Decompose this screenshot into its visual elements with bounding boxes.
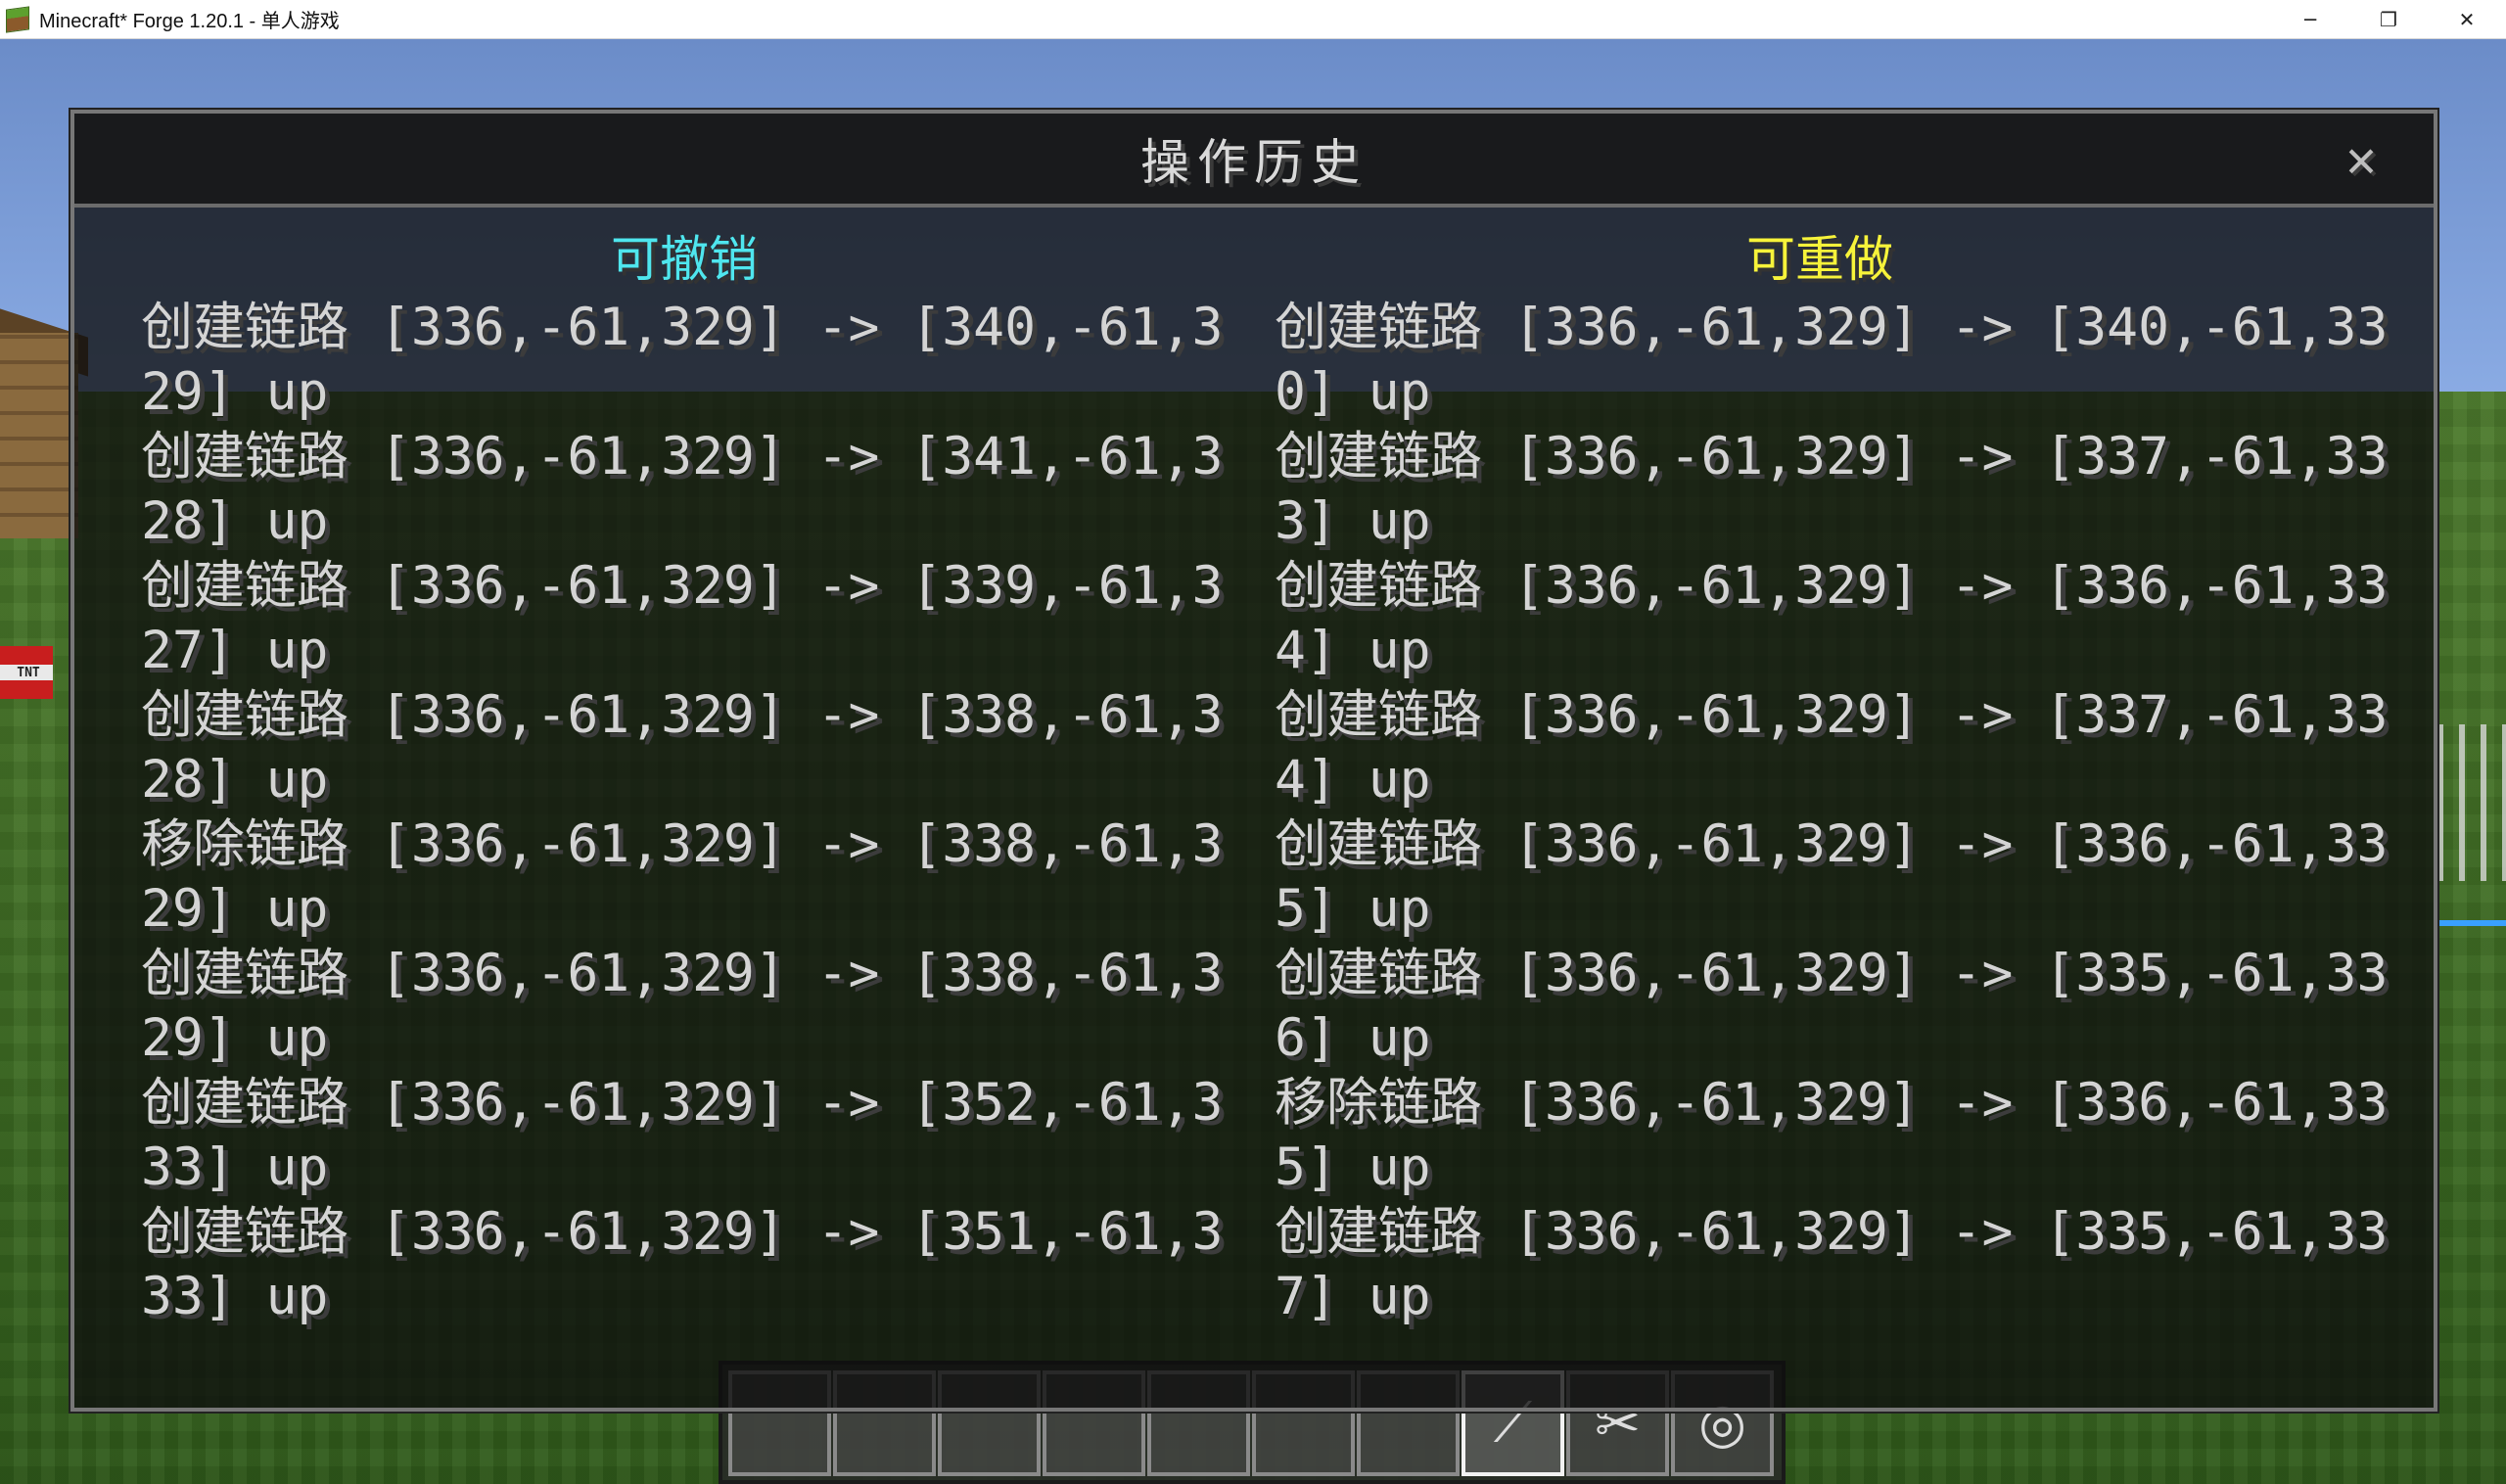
redo-entry[interactable]: 创建链路 [336,-61,329] -> [337,-61,334] up <box>1275 683 2400 812</box>
undo-column-header: 可撤销 <box>611 231 758 288</box>
tnt-label: TNT <box>17 666 40 680</box>
history-columns: 可撤销 可重做 创建链路 [336,-61,329] -> [340,-61,3… <box>74 211 2434 1367</box>
minimize-button[interactable]: ─ <box>2271 0 2349 39</box>
undo-entry[interactable]: 创建链路 [336,-61,329] -> [340,-61,329] up <box>141 296 1228 425</box>
redo-entry[interactable]: 创建链路 [336,-61,329] -> [336,-61,335] up <box>1275 812 2400 942</box>
undo-entry[interactable]: 移除链路 [336,-61,329] -> [338,-61,329] up <box>141 812 1228 942</box>
minecraft-block-icon <box>6 5 29 33</box>
undo-entry[interactable]: 创建链路 [336,-61,329] -> [352,-61,333] up <box>141 1071 1228 1200</box>
undo-entry[interactable]: 创建链路 [336,-61,329] -> [339,-61,327] up <box>141 554 1228 683</box>
undo-entry[interactable]: 创建链路 [336,-61,329] -> [351,-61,333] up <box>141 1200 1228 1329</box>
close-icon[interactable]: ✕ <box>2340 130 2383 189</box>
undo-entry[interactable]: 创建链路 [336,-61,329] -> [341,-61,328] up <box>141 425 1228 554</box>
operation-history-dialog: 操作历史 ✕ 可撤销 可重做 创建链路 [336,-61,329] -> [34… <box>69 108 2439 1414</box>
redo-entry[interactable]: 创建链路 [336,-61,329] -> [337,-61,333] up <box>1275 425 2400 554</box>
undo-entry[interactable]: 创建链路 [336,-61,329] -> [338,-61,328] up <box>141 683 1228 812</box>
restore-button[interactable]: ❐ <box>2349 0 2428 39</box>
link-highlight-line <box>2437 920 2506 926</box>
close-window-button[interactable]: ✕ <box>2428 0 2506 39</box>
redo-entry[interactable]: 移除链路 [336,-61,329] -> [336,-61,335] up <box>1275 1071 2400 1200</box>
redo-entry[interactable]: 创建链路 [336,-61,329] -> [335,-61,336] up <box>1275 942 2400 1071</box>
redo-history-list[interactable]: 创建链路 [336,-61,329] -> [340,-61,330] up 创建… <box>1275 296 2400 1351</box>
undo-entry[interactable]: 创建链路 [336,-61,329] -> [338,-61,329] up <box>141 942 1228 1071</box>
fence <box>2437 724 2506 881</box>
window-titlebar: Minecraft* Forge 1.20.1 - 单人游戏 ─ ❐ ✕ <box>0 0 2506 39</box>
redo-entry[interactable]: 创建链路 [336,-61,329] -> [340,-61,330] up <box>1275 296 2400 425</box>
dialog-title: 操作历史 <box>1140 134 1368 191</box>
wooden-house <box>0 333 78 538</box>
undo-history-list[interactable]: 创建链路 [336,-61,329] -> [340,-61,329] up 创建… <box>141 296 1228 1351</box>
window-controls: ─ ❐ ✕ <box>2271 0 2506 39</box>
window-title: Minecraft* Forge 1.20.1 - 单人游戏 <box>39 11 340 32</box>
dialog-header: 操作历史 ✕ <box>74 114 2434 208</box>
redo-entry[interactable]: 创建链路 [336,-61,329] -> [335,-61,337] up <box>1275 1200 2400 1329</box>
redo-column-header: 可重做 <box>1746 231 1893 288</box>
redo-entry[interactable]: 创建链路 [336,-61,329] -> [336,-61,334] up <box>1275 554 2400 683</box>
